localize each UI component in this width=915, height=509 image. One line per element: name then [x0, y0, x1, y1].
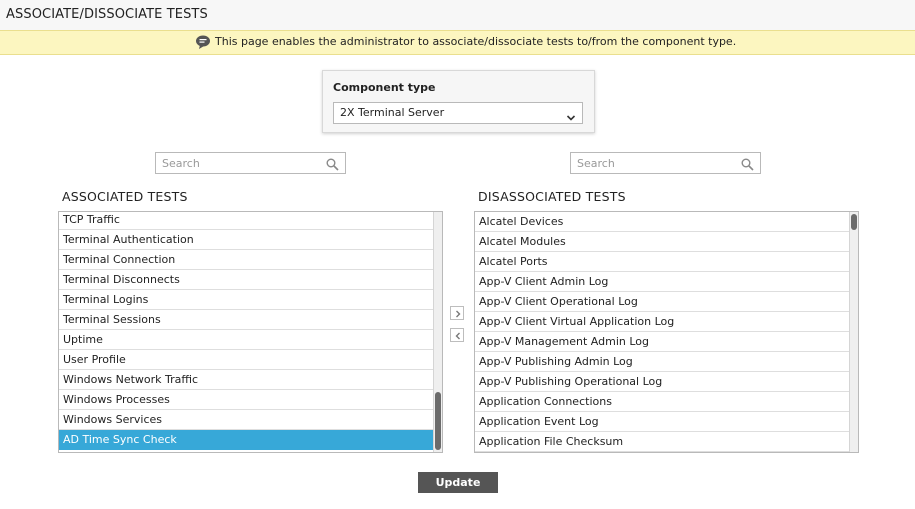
list-item[interactable]: Alcatel Devices [475, 212, 849, 232]
chevron-down-icon [566, 108, 576, 121]
scrollbar[interactable] [433, 212, 442, 452]
move-to-disassociated-button[interactable] [450, 328, 464, 342]
list-item[interactable]: User Profile [59, 350, 433, 370]
info-banner: This page enables the administrator to a… [0, 30, 915, 55]
associated-tests-heading: ASSOCIATED TESTS [62, 189, 188, 204]
list-item[interactable]: TCP Traffic [59, 212, 433, 230]
chevron-left-icon [455, 332, 460, 340]
associated-search-placeholder: Search [162, 157, 200, 170]
list-item[interactable]: Terminal Logins [59, 290, 433, 310]
list-item[interactable]: App-V Publishing Admin Log [475, 352, 849, 372]
disassociated-search-input[interactable]: Search [570, 152, 761, 174]
list-item[interactable]: Windows Services [59, 410, 433, 430]
list-item[interactable]: Terminal Authentication [59, 230, 433, 250]
list-item[interactable]: Application File Checksum [475, 432, 849, 452]
component-type-value: 2X Terminal Server [340, 106, 445, 119]
list-item[interactable]: App-V Client Operational Log [475, 292, 849, 312]
disassociated-search-placeholder: Search [577, 157, 615, 170]
chevron-right-icon [456, 310, 461, 318]
associated-tests-list[interactable]: TCP Traffic Terminal Authentication Termin… [58, 211, 443, 453]
component-type-label: Component type [333, 81, 436, 94]
update-button[interactable]: Update [418, 472, 498, 493]
list-item[interactable]: Uptime [59, 330, 433, 350]
list-item[interactable]: Terminal Disconnects [59, 270, 433, 290]
list-item[interactable]: App-V Publishing Operational Log [475, 372, 849, 392]
disassociated-tests-heading: DISASSOCIATED TESTS [478, 189, 626, 204]
component-type-select[interactable]: 2X Terminal Server [333, 102, 583, 124]
list-item[interactable]: Alcatel Ports [475, 252, 849, 272]
list-item[interactable]: App-V Management Admin Log [475, 332, 849, 352]
speech-bubble-icon [195, 34, 211, 50]
list-item[interactable]: Windows Processes [59, 390, 433, 410]
list-item[interactable]: Windows Network Traffic [59, 370, 433, 390]
list-item[interactable]: Alcatel Modules [475, 232, 849, 252]
associated-search-input[interactable]: Search [155, 152, 346, 174]
search-icon[interactable] [741, 156, 754, 171]
scrollbar-thumb[interactable] [851, 214, 857, 230]
list-item[interactable]: Terminal Sessions [59, 310, 433, 330]
component-type-panel: Component type 2X Terminal Server [322, 70, 595, 133]
list-item[interactable]: Terminal Connection [59, 250, 433, 270]
scrollbar[interactable] [849, 212, 858, 452]
search-icon[interactable] [326, 156, 339, 171]
page-title: ASSOCIATE/DISSOCIATE TESTS [6, 7, 208, 22]
scrollbar-thumb[interactable] [435, 392, 441, 450]
disassociated-tests-list[interactable]: Alcatel Devices Alcatel Modules Alcatel Po… [474, 211, 859, 453]
move-to-associated-button[interactable] [450, 306, 464, 320]
info-message: This page enables the administrator to a… [215, 35, 737, 48]
list-item[interactable]: AD Time Sync Check [59, 430, 433, 450]
list-item[interactable]: Application Event Log [475, 412, 849, 432]
list-item[interactable]: Application Connections [475, 392, 849, 412]
list-item[interactable]: App-V Client Admin Log [475, 272, 849, 292]
title-bar: ASSOCIATE/DISSOCIATE TESTS [0, 0, 915, 31]
list-item[interactable]: App-V Client Virtual Application Log [475, 312, 849, 332]
